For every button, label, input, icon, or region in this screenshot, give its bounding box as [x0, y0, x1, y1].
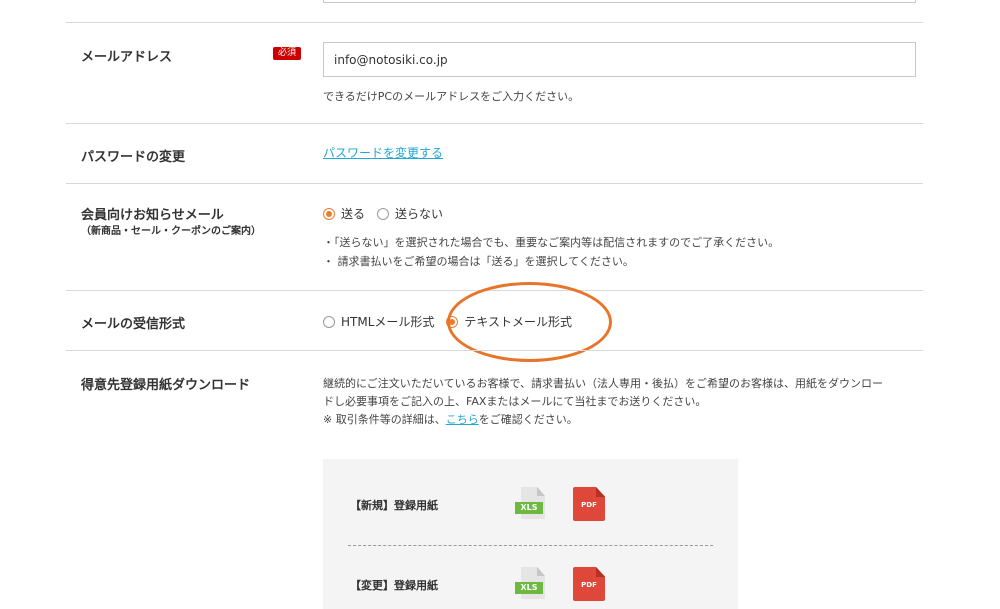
- download-desc-3: ※ 取引条件等の詳細は、こちらをご確認ください。: [323, 411, 578, 427]
- radio-empty-icon: [323, 315, 335, 328]
- newsletter-radio-group: 送る 送らない: [323, 205, 455, 222]
- divider: [66, 350, 923, 351]
- details-link[interactable]: こちら: [446, 413, 479, 426]
- email-field[interactable]: [323, 42, 916, 77]
- radio-label: 送る: [341, 207, 366, 221]
- download-desc-1: 継続的にご注文いただいているお客様で、請求書払い（法人専用・後払）をご希望のお客…: [323, 377, 884, 390]
- pdf-tag: PDF: [581, 581, 597, 589]
- change-form-label: 【変更】登録用紙: [350, 579, 438, 592]
- newsletter-send-radio[interactable]: 送る: [323, 205, 365, 222]
- change-form-pdf-download[interactable]: PDF: [573, 567, 605, 603]
- newsletter-nosend-radio[interactable]: 送らない: [377, 205, 443, 222]
- change-password-link[interactable]: パスワードを変更する: [323, 144, 443, 161]
- mail-format-label: メールの受信形式: [81, 317, 186, 332]
- new-form-pdf-download[interactable]: PDF: [573, 487, 605, 523]
- download-divider: [348, 545, 713, 546]
- download-desc-2: ドし必要事項をご記入の上、FAXまたはメールにて当社までお送りください。: [323, 395, 707, 408]
- divider: [66, 183, 923, 184]
- email-hint: できるだけPCのメールアドレスをご入力ください。: [323, 90, 580, 103]
- new-form-xls-download[interactable]: XLS: [515, 487, 547, 523]
- download-desc-suffix: をご確認ください。: [478, 413, 578, 426]
- xls-tag: XLS: [515, 502, 543, 514]
- radio-selected-icon: [323, 207, 335, 220]
- pdf-tag: PDF: [581, 501, 597, 509]
- required-badge: 必須: [273, 47, 301, 60]
- change-form-xls-download[interactable]: XLS: [515, 567, 547, 603]
- email-label: メールアドレス: [81, 50, 173, 65]
- newsletter-label: 会員向けお知らせメール: [81, 208, 224, 223]
- divider: [66, 22, 923, 23]
- download-desc-prefix: ※ 取引条件等の詳細は、: [323, 413, 446, 426]
- previous-field-input[interactable]: [323, 0, 916, 3]
- new-form-label: 【新規】登録用紙: [350, 499, 438, 512]
- radio-label: 送らない: [395, 207, 444, 221]
- xls-tag: XLS: [515, 582, 543, 594]
- html-format-radio[interactable]: HTMLメール形式: [323, 313, 434, 330]
- divider: [66, 123, 923, 124]
- newsletter-note-1: ・「送らない」を選択された場合でも、重要なご案内等は配信されますのでご了承くださ…: [323, 236, 780, 249]
- newsletter-sublabel: （新商品・セール・クーポンのご案内）: [81, 226, 261, 237]
- radio-empty-icon: [377, 207, 390, 220]
- download-label: 得意先登録用紙ダウンロード: [81, 378, 251, 393]
- password-label: パスワードの変更: [81, 150, 186, 165]
- newsletter-note-2: ・ 請求書払いをご希望の場合は「送る」を選択してください。: [323, 255, 634, 268]
- radio-label: HTMLメール形式: [341, 315, 435, 329]
